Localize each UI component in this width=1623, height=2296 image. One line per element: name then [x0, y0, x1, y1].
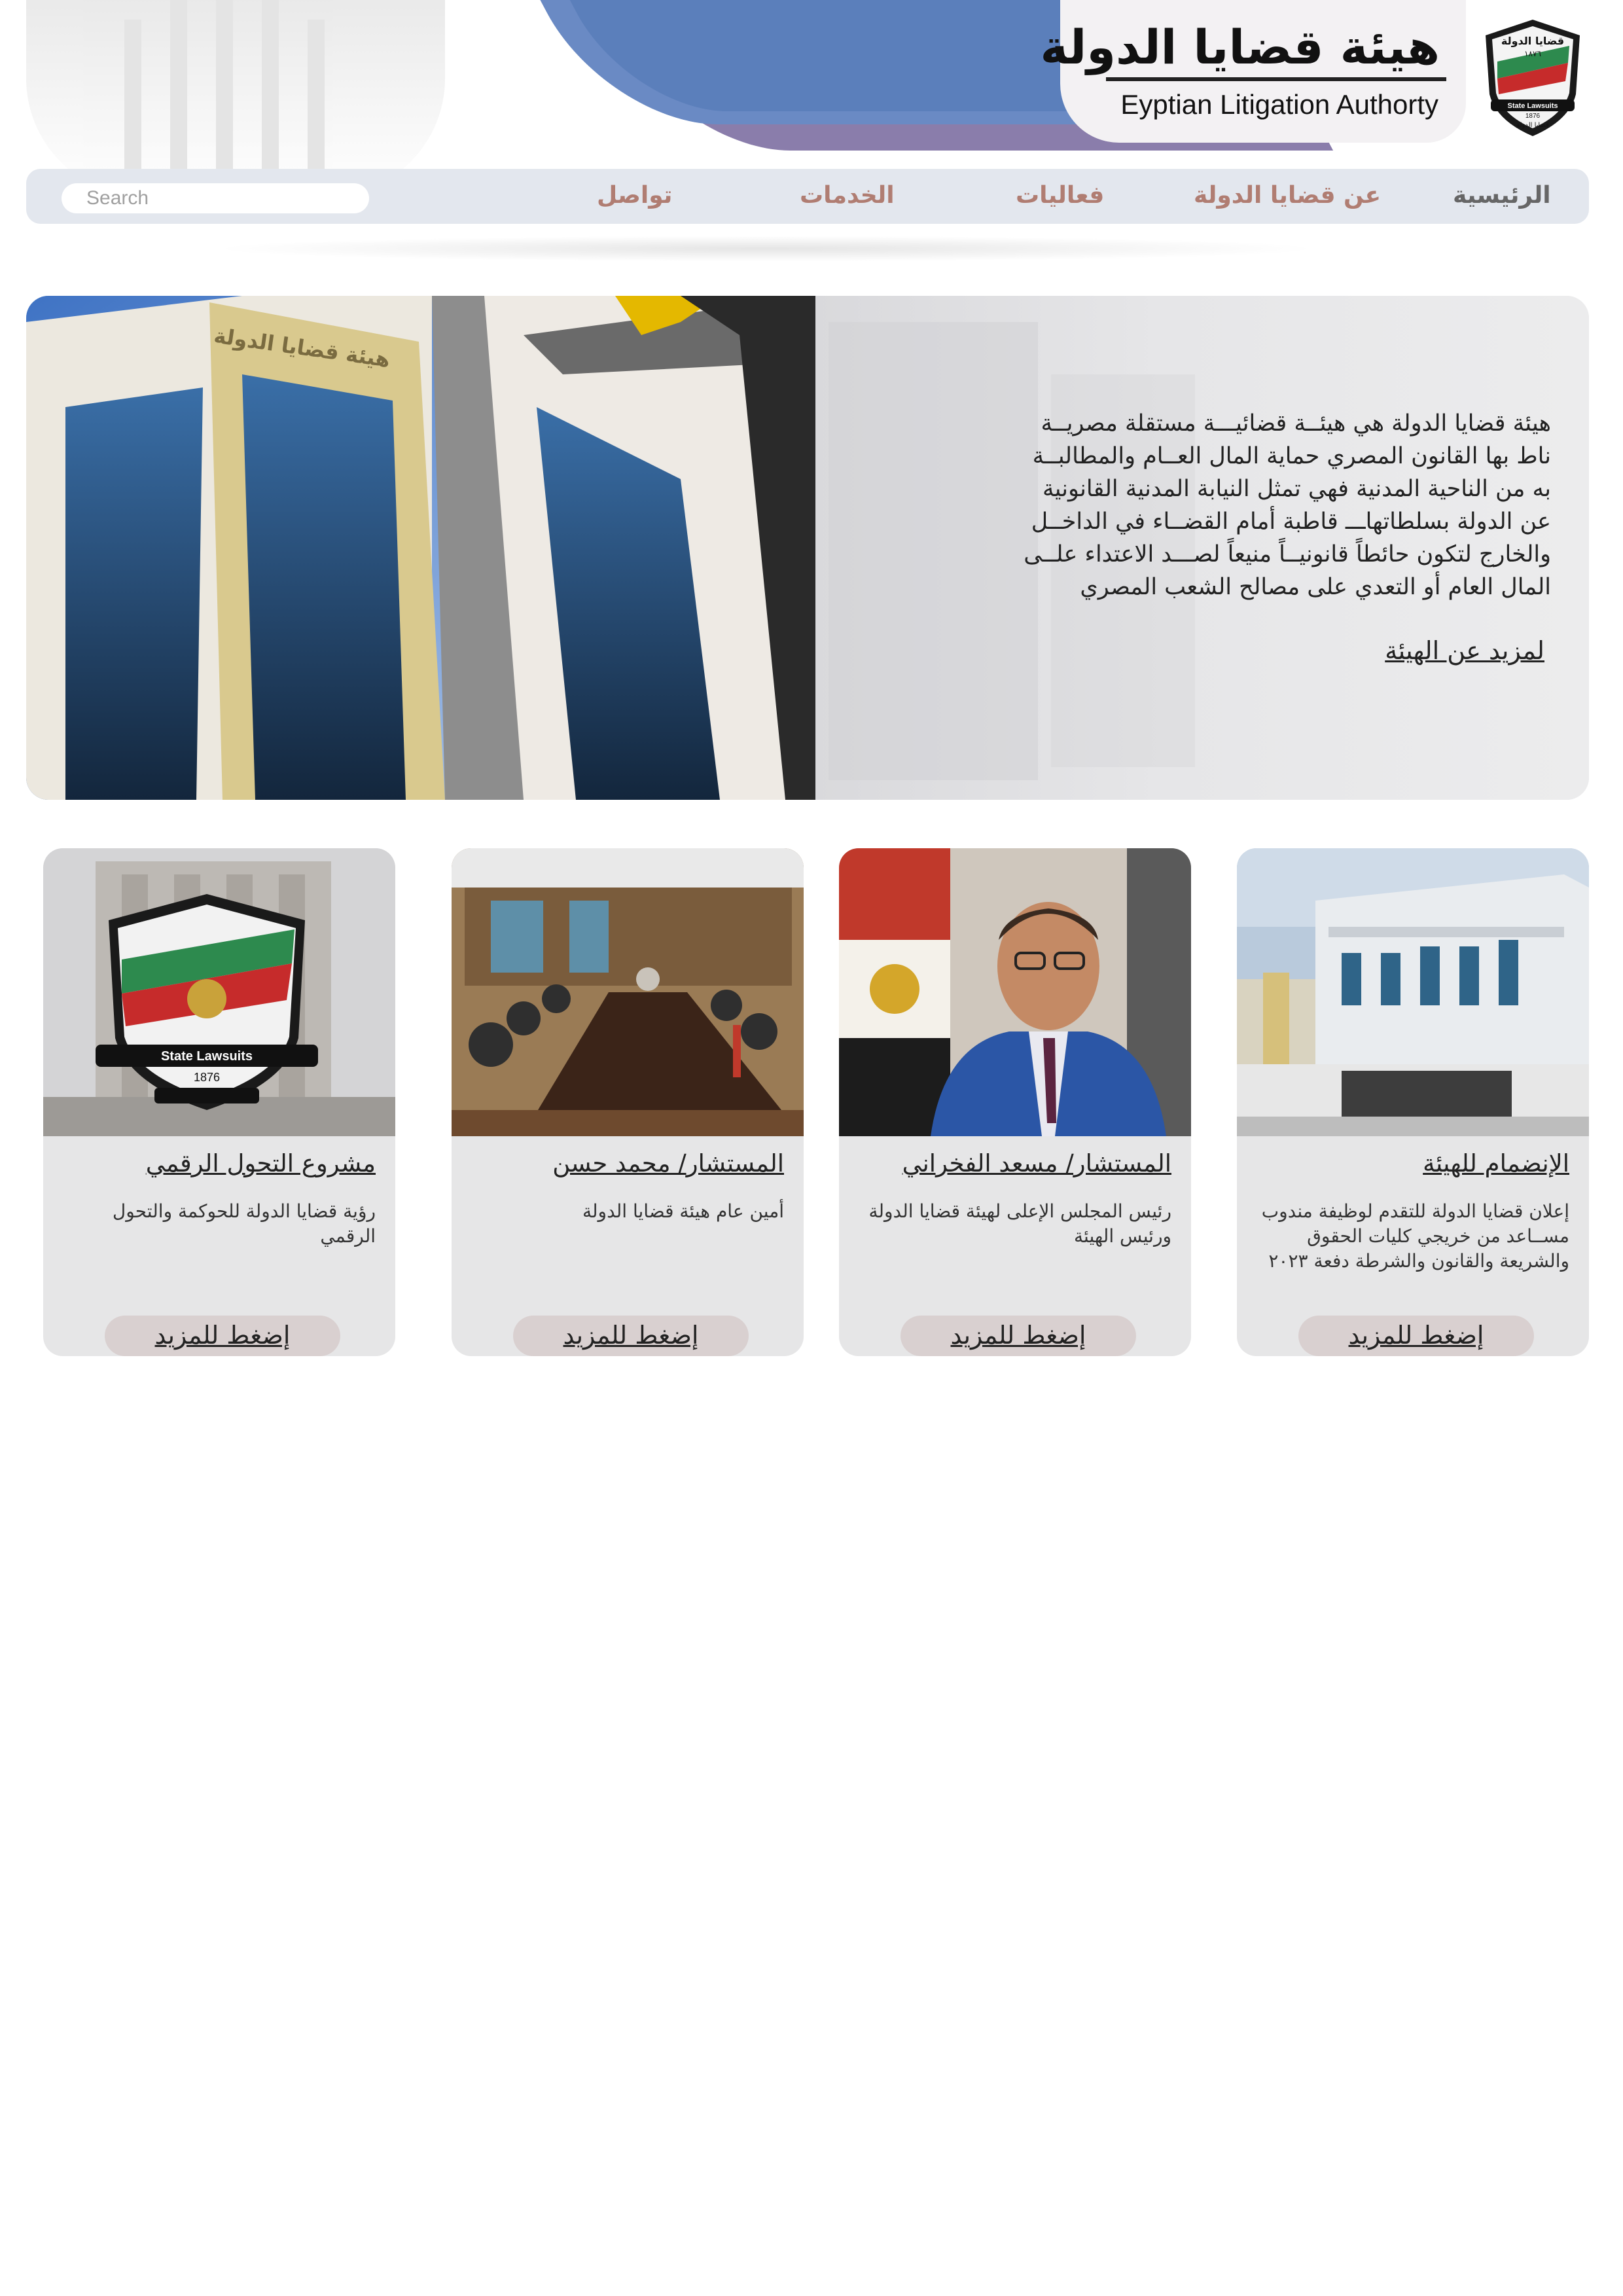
nav-item-services[interactable]: الخدمات	[800, 182, 895, 209]
site-title-arabic: هيئة قضايا الدولة	[1040, 20, 1440, 75]
hero-line: ناط بها القانون المصري حماية المال العــ…	[1032, 443, 1551, 469]
state-lawsuits-shield-icon[interactable]: قضايا الدولة ١٨٧٦ State Lawsuits 1876 قض…	[1478, 16, 1588, 140]
header-building-background	[26, 0, 445, 196]
hero-line: هيئة قضايا الدولة هي هيئــة قضائيـــة مس…	[1041, 410, 1551, 437]
nav-item-home[interactable]: الرئيسية	[1453, 182, 1551, 209]
more-button[interactable]: إضغط للمزيد	[105, 1316, 340, 1356]
card-description: أمين عام هيئة قضايا الدولة	[582, 1200, 784, 1222]
nav-shadow	[209, 236, 1322, 262]
nav-item-events[interactable]: فعاليات	[1016, 182, 1104, 209]
card-photo-logo: State Lawsuits 1876	[43, 848, 395, 1136]
card-description: رئيس المجلس الإعلى لهيئة قضايا الدولة ور…	[868, 1200, 1171, 1247]
more-button[interactable]: إضغط للمزيد	[513, 1316, 749, 1356]
logo-text-top: قضايا الدولة	[1501, 35, 1564, 47]
nav-item-about[interactable]: عن قضايا الدولة	[1194, 182, 1381, 209]
hero-line: به من الناحية المدنية فهي تمثل النيابة ا…	[1042, 476, 1551, 502]
card-title[interactable]: المستشار/ محمد حسن	[471, 1149, 784, 1177]
logo-year-arabic: ١٨٧٦	[1524, 49, 1541, 58]
logo-year: 1876	[1525, 113, 1541, 120]
card-photo-meeting	[452, 848, 804, 1136]
card-title[interactable]: الإنضمام للهيئة	[1257, 1149, 1569, 1177]
card-join-authority: الإنضمام للهيئة إعلان قضايا الدولة للتقد…	[1237, 848, 1589, 1356]
search-input[interactable]	[62, 183, 369, 213]
card-title[interactable]: المستشار/ مسعد الفخراني	[859, 1149, 1171, 1177]
more-button[interactable]: إضغط للمزيد	[1298, 1316, 1534, 1356]
main-nav: تواصل الخدمات فعاليات عن قضايا الدولة ال…	[26, 169, 1589, 224]
logo-ribbon-text: State Lawsuits	[1507, 102, 1558, 110]
site-title-english[interactable]: Eyptian Litigation Authorty	[1120, 89, 1438, 120]
logo-year: 1876	[194, 1071, 220, 1084]
hero-description: هيئة قضايا الدولة هي هيئــة قضائيـــة مس…	[929, 407, 1551, 603]
logo-text-bottom: قضايا الدولة	[1516, 122, 1549, 129]
more-about-authority-link[interactable]: لمزيد عن الهيئة	[1335, 636, 1544, 665]
hero-section: هيئة قضايا الدولة هيئة قضايا الدولة هي ه…	[26, 296, 1589, 800]
hero-line: والخارج لتكون حائطاً قانونيــاً منيعاً ل…	[1024, 541, 1551, 567]
hero-line: عن الدولة بسلطاتهاـــ قاطبة أمام القضــا…	[1031, 509, 1551, 535]
nav-item-contact[interactable]: تواصل	[597, 182, 672, 209]
card-title[interactable]: مشروع التحول الرقمي	[63, 1149, 376, 1177]
card-secretary-general: المستشار/ محمد حسن أمين عام هيئة قضايا ا…	[452, 848, 804, 1356]
more-button[interactable]: إضغط للمزيد	[901, 1316, 1136, 1356]
hero-line: المال العام أو التعدي على مصالح الشعب ال…	[1080, 574, 1551, 600]
title-underline	[1106, 77, 1446, 81]
card-photo-portrait	[839, 848, 1191, 1136]
card-president: المستشار/ مسعد الفخراني رئيس المجلس الإع…	[839, 848, 1191, 1356]
card-photo-building	[1237, 848, 1589, 1136]
card-description: إعلان قضايا الدولة للتقدم لوظيفة مندوب م…	[1261, 1200, 1569, 1272]
logo-ribbon-text: State Lawsuits	[161, 1049, 253, 1064]
hero-building-photo: هيئة قضايا الدولة	[26, 296, 815, 800]
card-digital-transformation: State Lawsuits 1876 مشروع التحول الرقمي …	[43, 848, 395, 1356]
card-description: رؤية قضايا الدولة للحوكمة والتحول الرقمي	[112, 1200, 376, 1247]
